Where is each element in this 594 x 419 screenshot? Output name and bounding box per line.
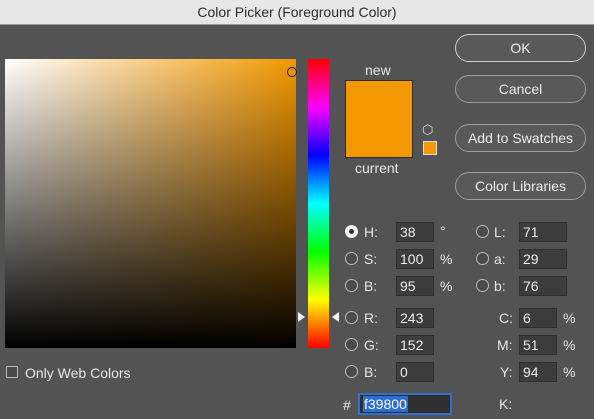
hue-slider[interactable] xyxy=(308,59,329,348)
ok-button[interactable]: OK xyxy=(455,34,586,62)
saturation-input[interactable]: 100 xyxy=(396,249,434,269)
lab-b-label: b: xyxy=(494,278,506,294)
hue-input[interactable]: 38 xyxy=(396,222,434,242)
brightness-unit: % xyxy=(440,278,453,294)
green-input[interactable]: 152 xyxy=(396,335,434,355)
color-field[interactable] xyxy=(5,59,296,348)
hex-label: # xyxy=(343,397,351,413)
lab-l-input[interactable]: 71 xyxy=(519,222,567,242)
cyan-label: C: xyxy=(499,310,513,326)
hue-slider-right-arrow-icon[interactable] xyxy=(332,312,339,322)
red-label: R: xyxy=(364,310,378,326)
color-libraries-button[interactable]: Color Libraries xyxy=(455,172,586,200)
lab-b-input[interactable]: 76 xyxy=(519,276,567,296)
black-label: K: xyxy=(499,396,513,412)
magenta-input[interactable]: 51 xyxy=(519,335,557,355)
current-color-label: current xyxy=(355,160,399,176)
lab-b-radio[interactable] xyxy=(476,279,489,292)
saturation-unit: % xyxy=(440,251,453,267)
web-safe-cube-icon[interactable]: ⬡ xyxy=(422,122,433,138)
new-color-label: new xyxy=(365,62,391,78)
hex-value: f39800 xyxy=(363,396,408,412)
red-radio[interactable] xyxy=(345,311,358,324)
blue-input[interactable]: 0 xyxy=(396,362,434,382)
cyan-unit: % xyxy=(563,310,576,326)
magenta-unit: % xyxy=(563,337,576,353)
lab-a-radio[interactable] xyxy=(476,252,489,265)
brightness-radio[interactable] xyxy=(345,279,358,292)
lab-a-label: a: xyxy=(494,251,506,267)
blue-label: B: xyxy=(364,364,378,380)
hue-slider-left-arrow-icon[interactable] xyxy=(298,312,305,322)
hex-input[interactable]: f39800 xyxy=(358,393,452,415)
hue-radio[interactable] xyxy=(345,225,358,238)
window-title: Color Picker (Foreground Color) xyxy=(0,0,594,25)
brightness-label: B: xyxy=(364,278,378,294)
add-to-swatches-button[interactable]: Add to Swatches xyxy=(455,124,586,152)
hue-label: H: xyxy=(364,224,378,240)
lab-l-label: L: xyxy=(494,224,506,240)
green-radio[interactable] xyxy=(345,338,358,351)
blue-radio[interactable] xyxy=(345,365,358,378)
web-safe-color-swatch[interactable] xyxy=(423,141,437,155)
green-label: G: xyxy=(364,337,379,353)
cancel-button[interactable]: Cancel xyxy=(455,75,586,103)
color-field-marker[interactable] xyxy=(287,67,297,77)
saturation-label: S: xyxy=(364,251,378,267)
lab-l-radio[interactable] xyxy=(476,225,489,238)
new-color-swatch xyxy=(345,80,413,158)
hue-unit: ° xyxy=(440,223,446,239)
cyan-input[interactable]: 6 xyxy=(519,308,557,328)
saturation-radio[interactable] xyxy=(345,252,358,265)
only-web-colors-label: Only Web Colors xyxy=(25,365,131,381)
lab-a-input[interactable]: 29 xyxy=(519,249,567,269)
yellow-unit: % xyxy=(563,364,576,380)
brightness-input[interactable]: 95 xyxy=(396,276,434,296)
magenta-label: M: xyxy=(497,337,513,353)
red-input[interactable]: 243 xyxy=(396,308,434,328)
only-web-colors-checkbox[interactable] xyxy=(6,366,18,378)
yellow-input[interactable]: 94 xyxy=(519,362,557,382)
yellow-label: Y: xyxy=(500,364,513,380)
